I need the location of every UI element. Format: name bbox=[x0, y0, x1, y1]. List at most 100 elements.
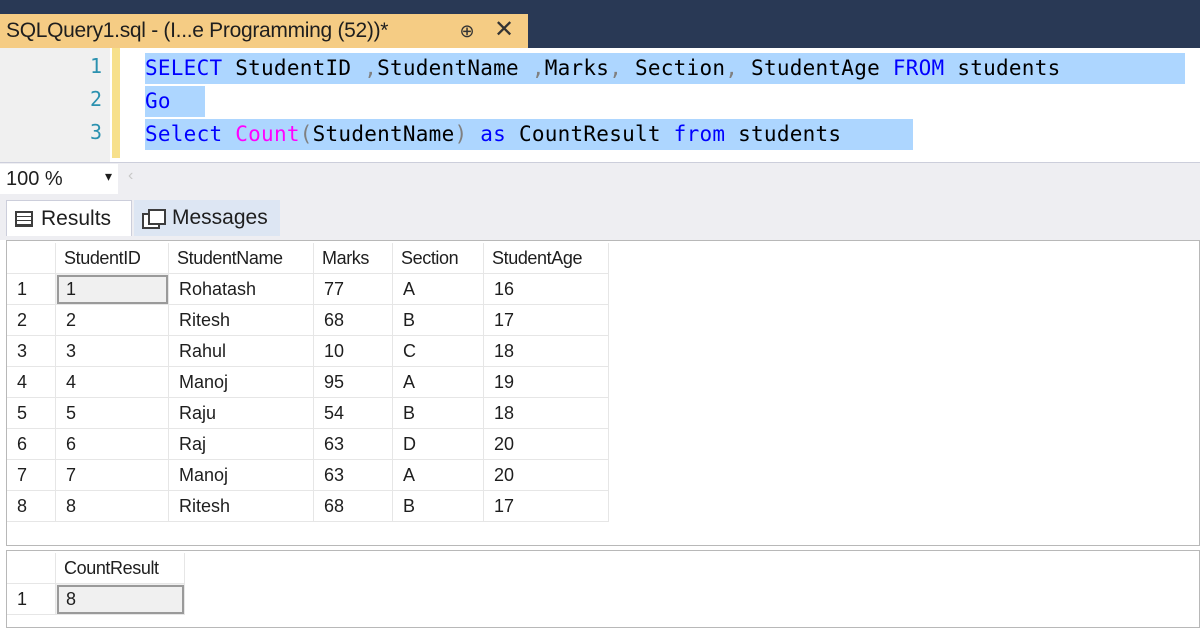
messages-icon bbox=[142, 209, 166, 229]
row-number[interactable]: 1 bbox=[7, 583, 56, 615]
table-cell[interactable]: B bbox=[392, 304, 484, 336]
table-cell[interactable]: 20 bbox=[483, 459, 609, 491]
code-token: , bbox=[531, 56, 545, 80]
table-cell[interactable]: 3 bbox=[55, 335, 169, 367]
line-number: 2 bbox=[89, 87, 102, 111]
table-row[interactable]: 8 8 Ritesh 68 B 17 bbox=[7, 490, 609, 522]
table-cell[interactable]: Raju bbox=[168, 397, 314, 429]
scroll-left-icon[interactable]: ‹ bbox=[128, 167, 133, 185]
code-token: Count bbox=[235, 122, 300, 146]
query-tab-title: SQLQuery1.sql - (I...e Programming (52))… bbox=[6, 19, 389, 42]
table-cell[interactable]: A bbox=[392, 459, 484, 491]
table-cell[interactable]: A bbox=[392, 273, 484, 305]
table-cell[interactable]: D bbox=[392, 428, 484, 460]
column-header[interactable]: StudentName bbox=[168, 243, 314, 274]
title-bar: SQLQuery1.sql - (I...e Programming (52))… bbox=[0, 0, 1200, 48]
table-cell[interactable]: Manoj bbox=[168, 459, 314, 491]
table-row[interactable]: 5 5 Raju 54 B 18 bbox=[7, 397, 609, 429]
row-number[interactable]: 5 bbox=[7, 397, 56, 429]
code-line-1[interactable]: SELECT StudentID ,StudentName ,Marks, Se… bbox=[145, 53, 1185, 84]
table-cell[interactable]: Rohatash bbox=[168, 273, 314, 305]
zoom-value: 100 % bbox=[6, 167, 63, 190]
code-line-3[interactable]: Select Count(StudentName) as CountResult… bbox=[145, 119, 913, 150]
table-cell[interactable]: 17 bbox=[483, 490, 609, 522]
code-token: , bbox=[725, 56, 739, 80]
table-cell[interactable]: 20 bbox=[483, 428, 609, 460]
row-number[interactable]: 4 bbox=[7, 366, 56, 398]
table-cell[interactable]: 68 bbox=[313, 490, 393, 522]
tab-results-label: Results bbox=[41, 206, 112, 230]
table-cell[interactable]: 4 bbox=[55, 366, 169, 398]
table-cell[interactable]: 16 bbox=[483, 273, 609, 305]
code-token: students bbox=[944, 56, 1074, 80]
code-token: as bbox=[467, 122, 519, 146]
grid-icon bbox=[15, 210, 33, 227]
table-cell[interactable]: 54 bbox=[313, 397, 393, 429]
row-number[interactable]: 7 bbox=[7, 459, 56, 491]
code-token: students bbox=[725, 122, 842, 146]
tab-messages[interactable]: Messages bbox=[134, 200, 280, 236]
tab-messages-label: Messages bbox=[172, 206, 268, 229]
row-number[interactable]: 8 bbox=[7, 490, 56, 522]
code-token: StudentName bbox=[312, 122, 455, 146]
table-cell[interactable]: C bbox=[392, 335, 484, 367]
code-token: StudentAge bbox=[738, 56, 893, 80]
code-token: Select bbox=[145, 122, 236, 146]
line-number-gutter: 1 2 3 bbox=[0, 48, 110, 162]
column-header[interactable]: StudentID bbox=[55, 243, 169, 274]
table-cell[interactable]: B bbox=[392, 490, 484, 522]
table-row[interactable]: 6 6 Raj 63 D 20 bbox=[7, 428, 609, 460]
table-cell[interactable]: Manoj bbox=[168, 366, 314, 398]
table-cell[interactable]: Rahul bbox=[168, 335, 314, 367]
table-cell[interactable]: 18 bbox=[483, 335, 609, 367]
table-cell[interactable]: 10 bbox=[313, 335, 393, 367]
row-number[interactable]: 2 bbox=[7, 304, 56, 336]
column-header[interactable]: Section bbox=[392, 243, 484, 274]
table-cell[interactable]: 19 bbox=[483, 366, 609, 398]
column-header[interactable]: CountResult bbox=[55, 553, 185, 584]
table-cell[interactable]: 1 bbox=[55, 273, 169, 305]
table-row[interactable]: 3 3 Rahul 10 C 18 bbox=[7, 335, 609, 367]
table-cell[interactable]: Ritesh bbox=[168, 304, 314, 336]
row-number[interactable]: 1 bbox=[7, 273, 56, 305]
tab-results[interactable]: Results bbox=[6, 200, 132, 236]
table-row[interactable]: 4 4 Manoj 95 A 19 bbox=[7, 366, 609, 398]
row-number[interactable]: 3 bbox=[7, 335, 56, 367]
table-cell[interactable]: Raj bbox=[168, 428, 314, 460]
table-cell[interactable]: 2 bbox=[55, 304, 169, 336]
table-cell[interactable]: B bbox=[392, 397, 484, 429]
table-row[interactable]: 18 bbox=[7, 583, 185, 615]
table-cell[interactable]: 77 bbox=[313, 273, 393, 305]
column-header[interactable]: StudentAge bbox=[483, 243, 609, 274]
results-table-2: CountResult 18 bbox=[7, 553, 185, 615]
zoom-dropdown[interactable]: 100 % ▾ bbox=[0, 164, 118, 194]
table-cell[interactable]: 68 bbox=[313, 304, 393, 336]
query-tab[interactable]: SQLQuery1.sql - (I...e Programming (52))… bbox=[0, 14, 528, 48]
pin-icon[interactable]: ⊕ bbox=[456, 18, 478, 44]
table-cell[interactable]: 63 bbox=[313, 459, 393, 491]
close-icon[interactable]: ✕ bbox=[492, 16, 516, 44]
table-cell[interactable]: 5 bbox=[55, 397, 169, 429]
table-cell[interactable]: A bbox=[392, 366, 484, 398]
chevron-down-icon: ▾ bbox=[104, 168, 112, 184]
column-header[interactable]: Marks bbox=[313, 243, 393, 274]
sql-editor[interactable]: 1 2 3 SELECT StudentID ,StudentName ,Mar… bbox=[0, 48, 1200, 162]
table-cell[interactable]: 63 bbox=[313, 428, 393, 460]
table-cell[interactable]: Ritesh bbox=[168, 490, 314, 522]
table-cell[interactable]: 8 bbox=[55, 583, 185, 615]
code-token: StudentName bbox=[377, 56, 532, 80]
table-cell[interactable]: 8 bbox=[55, 490, 169, 522]
table-cell[interactable]: 95 bbox=[313, 366, 393, 398]
code-token: Section bbox=[622, 56, 726, 80]
table-cell[interactable]: 7 bbox=[55, 459, 169, 491]
table-cell[interactable]: 6 bbox=[55, 428, 169, 460]
table-row[interactable]: 1 1 Rohatash 77 A 16 bbox=[7, 273, 609, 305]
table-cell[interactable]: 17 bbox=[483, 304, 609, 336]
table-row[interactable]: 2 2 Ritesh 68 B 17 bbox=[7, 304, 609, 336]
table-row[interactable]: 7 7 Manoj 63 A 20 bbox=[7, 459, 609, 491]
table-cell[interactable]: 18 bbox=[483, 397, 609, 429]
row-number[interactable]: 6 bbox=[7, 428, 56, 460]
results-grid-1: StudentID StudentName Marks Section Stud… bbox=[6, 240, 1200, 546]
code-token: , bbox=[609, 56, 623, 80]
code-line-2[interactable]: Go bbox=[145, 86, 205, 117]
